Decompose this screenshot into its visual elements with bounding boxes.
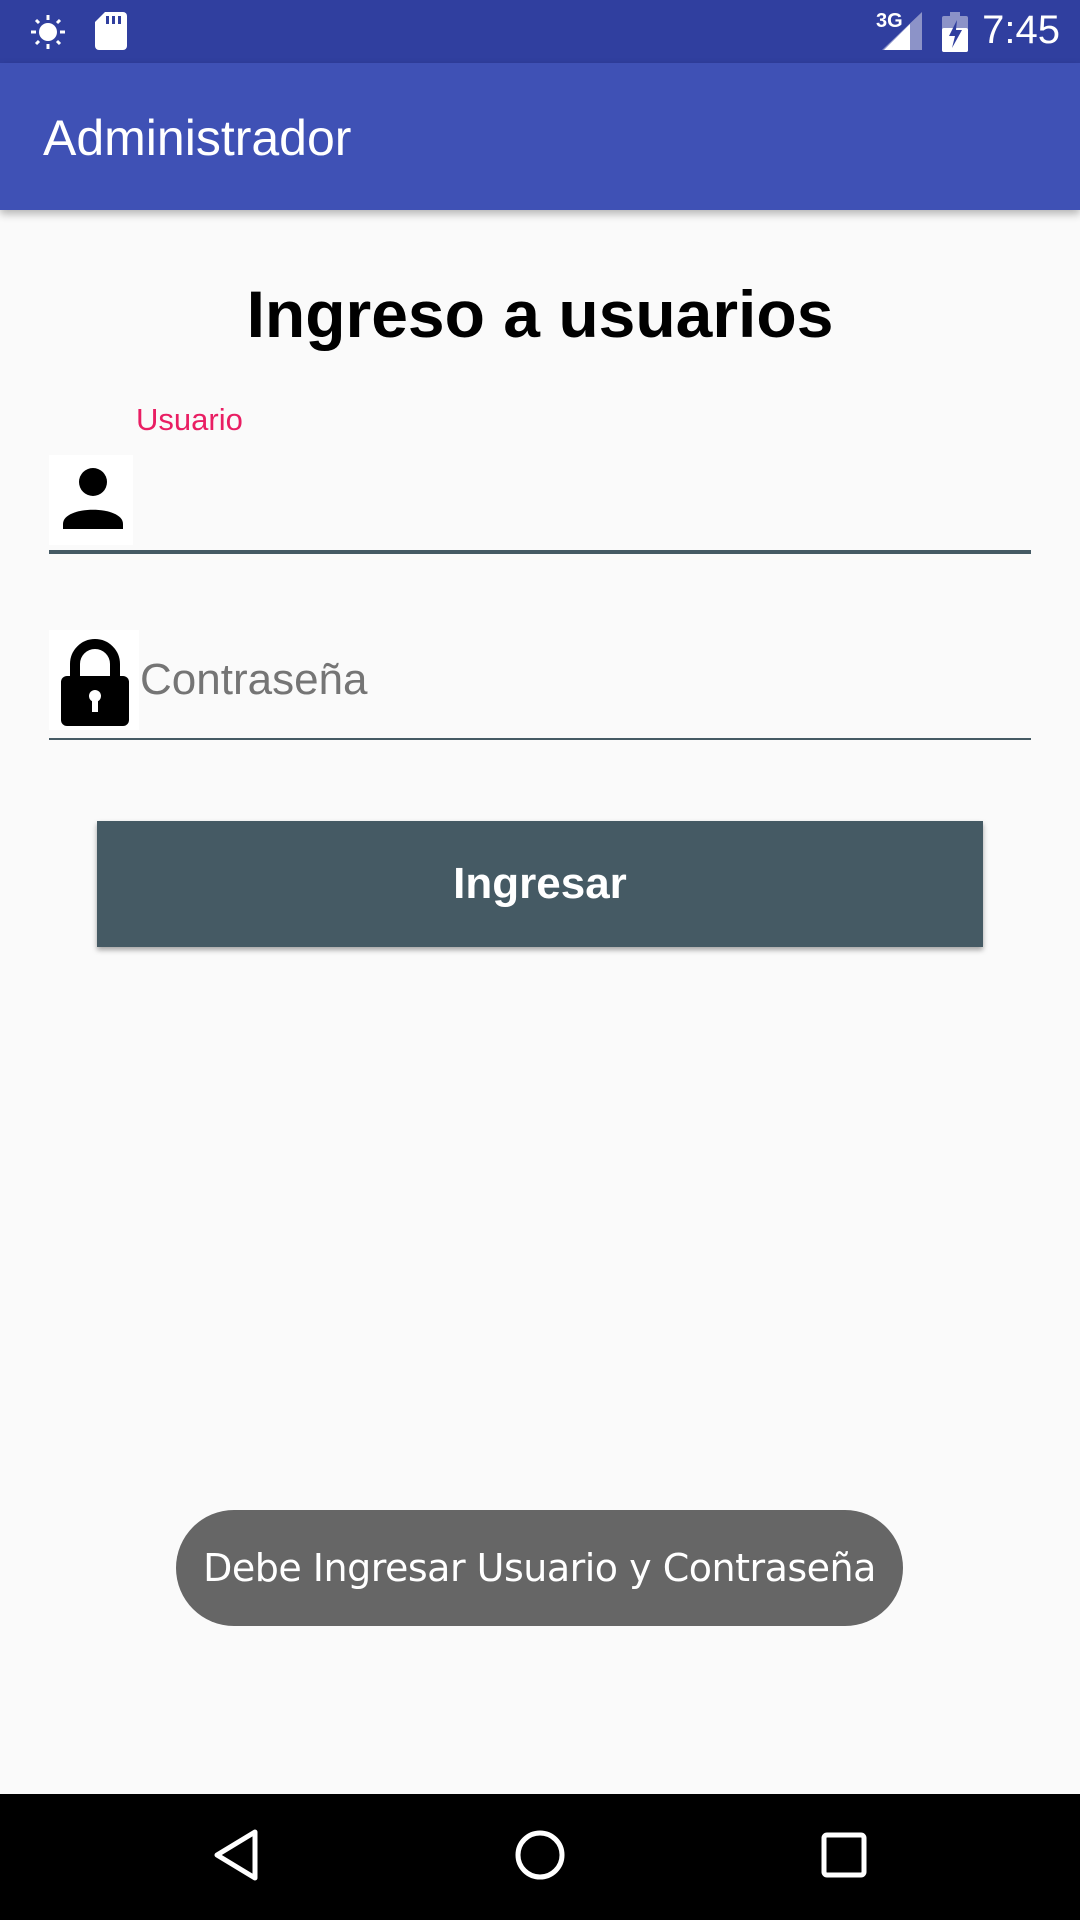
page-title: Ingreso a usuarios <box>246 277 834 351</box>
password-underline <box>49 738 1031 740</box>
recents-button[interactable] <box>764 1794 924 1920</box>
status-time: 7:45 <box>982 8 1060 52</box>
username-underline <box>49 550 1031 554</box>
back-button[interactable] <box>156 1794 316 1920</box>
username-label: Usuario <box>136 402 243 437</box>
username-input[interactable] <box>136 455 1031 545</box>
battery-icon <box>942 12 968 52</box>
app-title: Administrador <box>43 110 352 166</box>
password-input[interactable] <box>140 640 1031 720</box>
person-icon <box>49 455 133 545</box>
recents-icon <box>819 1830 869 1885</box>
back-icon <box>211 1828 261 1887</box>
home-button[interactable] <box>460 1794 620 1920</box>
toast-message: Debe Ingresar Usuario y Contraseña <box>176 1510 903 1626</box>
home-icon <box>513 1828 567 1887</box>
toast-text: Debe Ingresar Usuario y Contraseña <box>203 1546 876 1590</box>
signal-icon <box>882 12 922 50</box>
app-bar: Administrador <box>0 63 1080 210</box>
login-button[interactable]: Ingresar <box>97 821 983 947</box>
lock-icon <box>49 630 139 730</box>
screen: 3G 7:45 Administrador Ingreso a usuarios… <box>0 0 1080 1920</box>
brightness-icon <box>28 14 68 50</box>
sd-card-icon <box>95 12 127 50</box>
status-bar: 3G 7:45 <box>0 0 1080 63</box>
nav-bar <box>0 1794 1080 1920</box>
